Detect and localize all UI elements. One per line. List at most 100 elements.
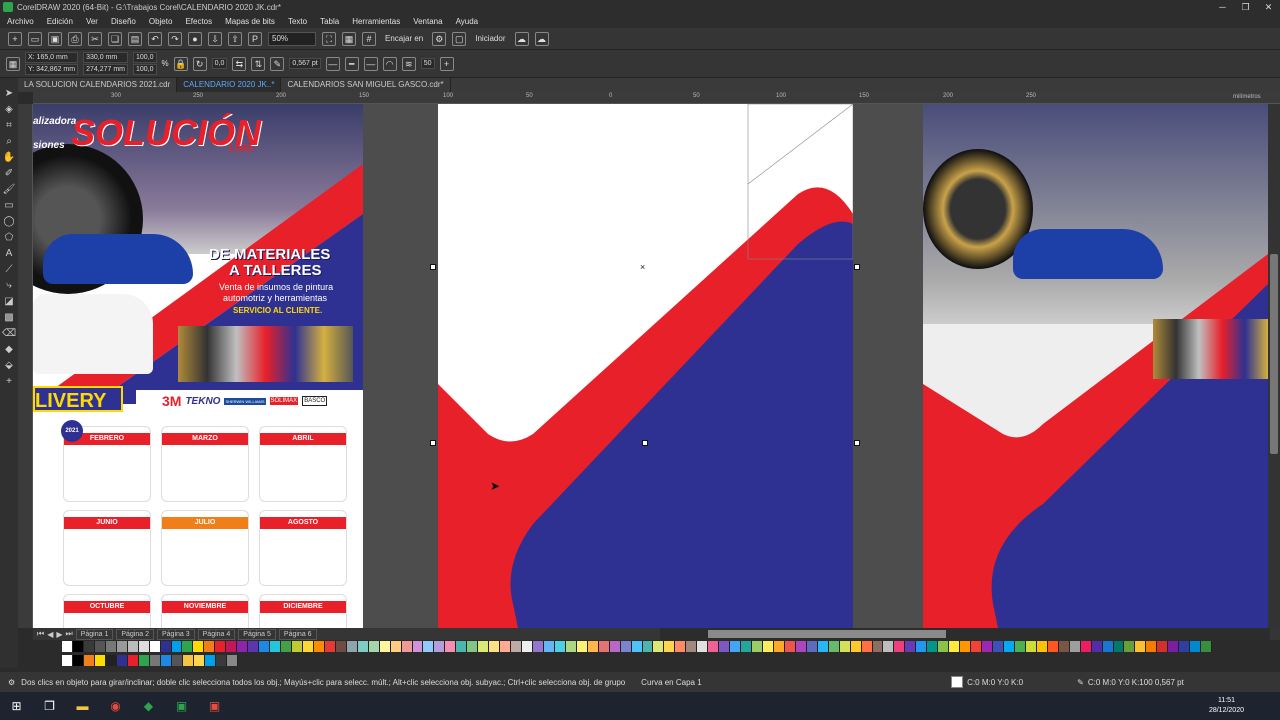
palette-swatch[interactable]: [116, 641, 128, 652]
fill-color-value[interactable]: C:0 M:0 Y:0 K:0: [967, 678, 1077, 687]
interactive-fill-icon[interactable]: ◆: [2, 344, 16, 355]
palette-swatch[interactable]: [839, 641, 851, 652]
line-style-icon[interactable]: ━: [344, 56, 359, 71]
palette-swatch[interactable]: [971, 641, 983, 652]
palette-swatch[interactable]: [467, 641, 479, 652]
palette-swatch[interactable]: [401, 641, 413, 652]
vertical-scrollbar[interactable]: [1268, 104, 1280, 628]
crop-tool-icon[interactable]: ⌗: [2, 120, 16, 131]
document-palette-swatch[interactable]: [139, 655, 150, 666]
palette-swatch[interactable]: [313, 641, 325, 652]
palette-swatch[interactable]: [719, 641, 731, 652]
selection-handle-mid-right[interactable]: [854, 440, 860, 446]
palette-swatch[interactable]: [653, 641, 665, 652]
print-icon[interactable]: ⎙: [68, 31, 82, 46]
palette-swatch[interactable]: [1190, 641, 1202, 652]
system-clock[interactable]: 11:51 28/12/2020: [1209, 696, 1244, 716]
palette-swatch[interactable]: [390, 641, 402, 652]
palette-swatch[interactable]: [302, 641, 314, 652]
cloud-icon[interactable]: ☁: [514, 31, 529, 46]
document-palette-swatch[interactable]: [161, 655, 172, 666]
palette-swatch[interactable]: [916, 641, 928, 652]
close-icon[interactable]: ✕: [1257, 2, 1280, 13]
document-palette-swatch[interactable]: [95, 655, 106, 666]
document-palette-swatch[interactable]: [128, 655, 139, 666]
menu-efectos[interactable]: Efectos: [185, 17, 212, 26]
menu-edicion[interactable]: Edición: [47, 17, 73, 26]
tab-la-solucion[interactable]: LA SOLUCION CALENDARIOS 2021.cdr: [18, 78, 178, 92]
document-palette-swatch[interactable]: [117, 655, 128, 666]
palette-swatch[interactable]: [664, 641, 676, 652]
next-page-icon[interactable]: ▶: [56, 630, 62, 639]
shadow-tool-icon[interactable]: ◪: [2, 296, 16, 307]
palette-swatch[interactable]: [795, 641, 807, 652]
palette-swatch[interactable]: [532, 641, 544, 652]
palette-swatch[interactable]: [500, 641, 512, 652]
palette-swatch[interactable]: [1113, 641, 1125, 652]
palette-swatch[interactable]: [511, 641, 523, 652]
menu-ayuda[interactable]: Ayuda: [456, 17, 479, 26]
vertical-scroll-thumb[interactable]: [1270, 254, 1278, 454]
palette-swatch[interactable]: [215, 641, 227, 652]
palette-swatch[interactable]: [324, 641, 336, 652]
tab-san-miguel-gasco[interactable]: CALENDARIOS SAN MIGUEL GASCO.cdr*: [281, 78, 451, 92]
palette-swatch[interactable]: [905, 641, 917, 652]
grid-icon[interactable]: #: [362, 31, 376, 46]
palette-swatch[interactable]: [927, 641, 939, 652]
selection-handle-mid-left[interactable]: [430, 440, 436, 446]
palette-swatch[interactable]: [686, 641, 698, 652]
undo-icon[interactable]: ↶: [148, 31, 162, 46]
document-palette-swatch[interactable]: [172, 655, 183, 666]
file-explorer-icon[interactable]: ▬: [66, 692, 99, 720]
color-palette[interactable]: [62, 641, 1213, 652]
palette-swatch[interactable]: [730, 641, 742, 652]
options-gear-icon[interactable]: ⚙: [432, 31, 447, 46]
add-tool-icon[interactable]: +: [2, 376, 16, 387]
menu-tabla[interactable]: Tabla: [320, 17, 339, 26]
chrome-icon[interactable]: ◉: [99, 692, 132, 720]
palette-swatch[interactable]: [1091, 641, 1103, 652]
corel-red-app-icon[interactable]: ▣: [198, 692, 231, 720]
smoothing-input[interactable]: 50: [420, 58, 435, 69]
zoom-level-input[interactable]: 50%: [268, 31, 316, 46]
coreldraw-taskbar-icon[interactable]: ◆: [132, 692, 165, 720]
cut-icon[interactable]: ✂: [88, 31, 102, 46]
search-content-icon[interactable]: ●: [188, 31, 202, 46]
palette-swatch[interactable]: [1036, 641, 1048, 652]
palette-swatch[interactable]: [598, 641, 610, 652]
restore-icon[interactable]: ❐: [1234, 2, 1257, 13]
palette-swatch[interactable]: [861, 641, 873, 652]
palette-swatch[interactable]: [270, 641, 282, 652]
connector-tool-icon[interactable]: ⤷: [2, 280, 16, 291]
palette-swatch[interactable]: [138, 641, 150, 652]
document-palette-swatch[interactable]: [183, 655, 194, 666]
palette-swatch[interactable]: [292, 641, 303, 652]
lock-ratio-icon[interactable]: 🔒: [173, 56, 188, 71]
horizontal-scroll-thumb[interactable]: [708, 630, 946, 638]
palette-swatch[interactable]: [894, 641, 906, 652]
palette-swatch[interactable]: [697, 641, 709, 652]
sync-cloud-icon[interactable]: ☁: [534, 31, 549, 46]
calendar-artwork-page[interactable]: alizadora siones SOLUCIÓN Ltda. DE MATER…: [33, 104, 363, 628]
height-input[interactable]: 274,277 mm: [83, 64, 129, 75]
palette-swatch[interactable]: [522, 641, 533, 652]
menu-archivo[interactable]: Archivo: [7, 17, 34, 26]
palette-swatch[interactable]: [149, 641, 161, 652]
palette-swatch[interactable]: [620, 641, 632, 652]
palette-swatch[interactable]: [379, 641, 391, 652]
palette-swatch[interactable]: [741, 641, 753, 652]
mirror-vertical-icon[interactable]: ⇅: [251, 56, 266, 71]
export-icon[interactable]: ⇧: [228, 31, 242, 46]
minimize-icon[interactable]: ─: [1211, 2, 1234, 13]
selection-handle-top-right[interactable]: [854, 264, 860, 270]
menu-diseno[interactable]: Diseño: [111, 17, 136, 26]
palette-swatch[interactable]: [949, 641, 961, 652]
palette-swatch[interactable]: [248, 641, 260, 652]
palette-swatch[interactable]: [543, 641, 555, 652]
palette-swatch[interactable]: [1124, 641, 1136, 652]
menu-objeto[interactable]: Objeto: [149, 17, 173, 26]
palette-swatch[interactable]: [806, 641, 818, 652]
palette-swatch[interactable]: [1069, 641, 1081, 652]
export-pdf-icon[interactable]: P: [248, 31, 262, 46]
width-input[interactable]: 330,0 mm: [83, 52, 129, 63]
